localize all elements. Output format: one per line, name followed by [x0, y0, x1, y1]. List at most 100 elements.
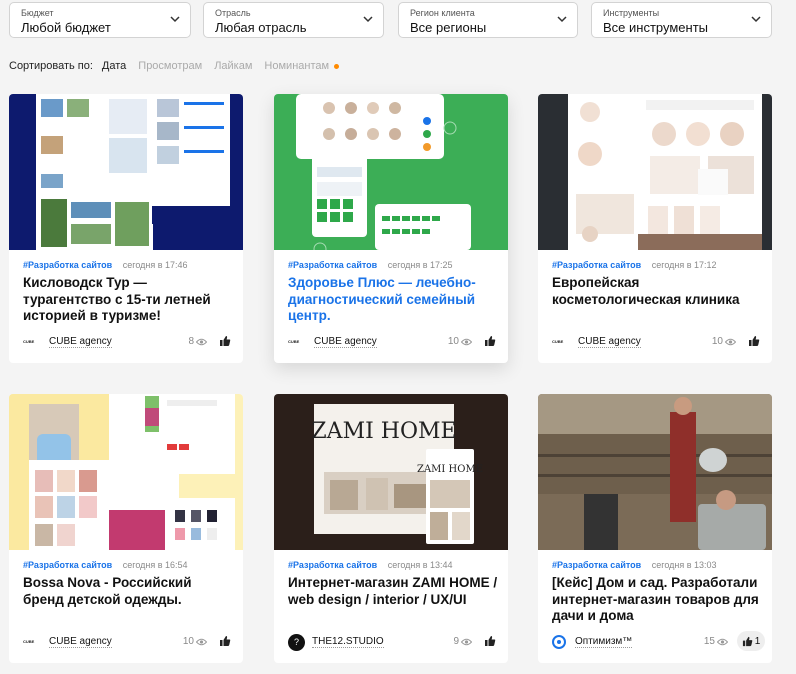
author-name: CUBE agency	[314, 336, 377, 348]
industry-filter[interactable]: Отрасль Любая отрасль	[203, 2, 384, 38]
view-count-value: 10	[182, 636, 194, 647]
tools-filter[interactable]: Инструменты Все инструменты	[591, 2, 772, 38]
project-card[interactable]: #Разработка сайтов сегодня в 17:12 Европ…	[538, 94, 772, 363]
view-count-value: 8	[188, 336, 194, 347]
view-count-value: 9	[453, 636, 459, 647]
filter-bar: Бюджет Любой бюджет Отрасль Любая отрасл…	[9, 2, 772, 38]
project-thumbnail[interactable]: ZAMI HOME ZAMI HOME	[274, 394, 508, 550]
sort-bar: Сортировать по: Дата Просмотрам Лайкам Н…	[9, 59, 340, 73]
view-count: 10	[183, 636, 207, 647]
like-button[interactable]	[219, 635, 231, 647]
card-footer: Оптимизм™ 15 1	[552, 631, 765, 651]
author-link[interactable]: CUBE CUBE agency	[23, 634, 112, 650]
card-footer: CUBE CUBE agency 8	[23, 334, 231, 350]
category-tag[interactable]: #Разработка сайтов	[23, 560, 112, 570]
tools-filter-value: Все инструменты	[603, 20, 708, 35]
author-name: CUBE agency	[49, 636, 112, 648]
category-tag[interactable]: #Разработка сайтов	[288, 260, 377, 270]
view-count: 15	[704, 636, 728, 647]
like-button[interactable]: 1	[737, 631, 765, 651]
author-link[interactable]: CUBE CUBE agency	[552, 334, 641, 350]
project-card[interactable]: #Разработка сайтов сегодня в 16:54 Bossa…	[9, 394, 243, 663]
view-count: 9	[453, 636, 472, 647]
view-count: 10	[448, 336, 472, 347]
cube-logo-icon: CUBE	[552, 339, 564, 344]
category-tag[interactable]: #Разработка сайтов	[23, 260, 112, 270]
like-button[interactable]	[484, 335, 496, 347]
author-link[interactable]: Оптимизм™	[552, 634, 633, 650]
category-tag[interactable]: #Разработка сайтов	[288, 560, 377, 570]
card-meta: #Разработка сайтов сегодня в 16:54	[23, 559, 188, 571]
like-count: 1	[754, 635, 761, 647]
card-meta: #Разработка сайтов сегодня в 17:25	[288, 259, 453, 271]
project-card[interactable]: #Разработка сайтов сегодня в 17:25 Здоро…	[274, 94, 508, 363]
sort-label: Сортировать по:	[9, 60, 93, 72]
author-link[interactable]: CUBE CUBE agency	[288, 334, 377, 350]
card-meta: #Разработка сайтов сегодня в 13:03	[552, 559, 717, 571]
industry-filter-value: Любая отрасль	[215, 20, 307, 35]
chevron-down-icon	[363, 16, 373, 23]
project-thumbnail[interactable]	[538, 394, 772, 550]
like-button[interactable]	[748, 335, 760, 347]
card-footer: CUBE CUBE agency 10	[552, 334, 760, 350]
eye-icon	[196, 638, 207, 645]
view-count-value: 15	[703, 636, 715, 647]
post-time: сегодня в 17:25	[387, 260, 453, 270]
category-tag[interactable]: #Разработка сайтов	[552, 560, 641, 570]
project-card[interactable]: #Разработка сайтов сегодня в 13:03 [Кейс…	[538, 394, 772, 663]
cube-logo-icon: CUBE	[23, 639, 35, 644]
region-filter-value: Все регионы	[410, 20, 487, 35]
like-button[interactable]	[484, 635, 496, 647]
budget-filter-label: Бюджет	[21, 8, 54, 18]
author-link[interactable]: CUBE CUBE agency	[23, 334, 112, 350]
thumbs-up-icon	[742, 636, 753, 646]
eye-icon	[196, 338, 207, 345]
budget-filter-value: Любой бюджет	[21, 20, 111, 35]
eye-icon	[461, 338, 472, 345]
post-time: сегодня в 13:03	[651, 560, 717, 570]
cube-logo-icon: CUBE	[288, 339, 300, 344]
post-time: сегодня в 17:12	[651, 260, 717, 270]
card-footer: CUBE CUBE agency 10	[23, 634, 231, 650]
view-count-value: 10	[711, 336, 723, 347]
author-link[interactable]: ? THE12.STUDIO	[288, 633, 384, 651]
sort-by-likes[interactable]: Лайкам	[214, 59, 252, 73]
author-name: CUBE agency	[578, 336, 641, 348]
post-time: сегодня в 17:46	[122, 260, 188, 270]
like-button[interactable]	[219, 335, 231, 347]
post-time: сегодня в 13:44	[387, 560, 453, 570]
project-thumbnail[interactable]	[538, 94, 772, 250]
card-meta: #Разработка сайтов сегодня в 13:44	[288, 559, 453, 571]
project-thumbnail[interactable]	[9, 94, 243, 250]
card-title[interactable]: [Кейс] Дом и сад. Разработали интернет-м…	[552, 575, 762, 625]
region-filter[interactable]: Регион клиента Все регионы	[398, 2, 578, 38]
sort-by-date[interactable]: Дата	[102, 59, 126, 73]
card-title[interactable]: Европейская косметологическая клиника	[552, 275, 762, 308]
industry-filter-label: Отрасль	[215, 8, 251, 18]
author-name: THE12.STUDIO	[312, 636, 384, 648]
author-name: CUBE agency	[49, 336, 112, 348]
view-count: 10	[712, 336, 736, 347]
card-title[interactable]: Bossa Nova - Российский бренд детской од…	[23, 575, 233, 608]
card-footer: CUBE CUBE agency 10	[288, 334, 496, 350]
eye-icon	[461, 638, 472, 645]
budget-filter[interactable]: Бюджет Любой бюджет	[9, 2, 191, 38]
project-thumbnail[interactable]	[274, 94, 508, 250]
cube-logo-icon: CUBE	[23, 339, 35, 344]
card-meta: #Разработка сайтов сегодня в 17:12	[552, 259, 717, 271]
category-tag[interactable]: #Разработка сайтов	[552, 260, 641, 270]
chevron-down-icon	[557, 16, 567, 23]
project-card[interactable]: ZAMI HOME ZAMI HOME #Разработка сайтов с…	[274, 394, 508, 663]
view-count-value: 10	[447, 336, 459, 347]
sort-by-views[interactable]: Просмотрам	[138, 59, 202, 73]
project-card[interactable]: #Разработка сайтов сегодня в 17:46 Кисло…	[9, 94, 243, 363]
nominee-indicator-dot	[334, 63, 340, 69]
view-count: 8	[188, 336, 207, 347]
sort-by-nominees[interactable]: Номинантам	[264, 59, 329, 73]
project-thumbnail[interactable]	[9, 394, 243, 550]
zami-home-mobile-wordmark: ZAMI HOME	[417, 464, 483, 475]
optimizm-logo-icon	[552, 635, 566, 649]
card-title[interactable]: Здоровье Плюс — лечебно-диагностический …	[288, 275, 498, 325]
card-title[interactable]: Кисловодск Тур — турагентство с 15-ти ле…	[23, 275, 233, 325]
card-title[interactable]: Интернет-магазин ZAMI HOME / web design …	[288, 575, 498, 608]
